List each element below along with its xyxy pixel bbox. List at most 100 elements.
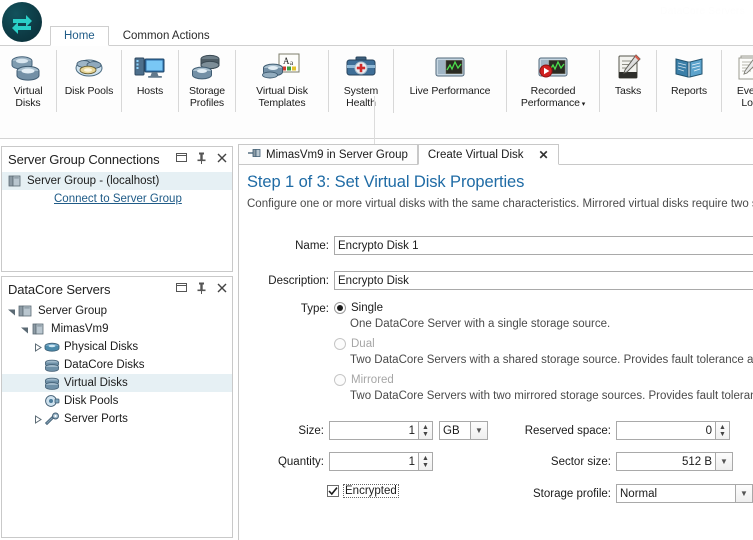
radio-mirrored[interactable]	[334, 374, 346, 386]
quantity-label: Quantity:	[277, 455, 324, 468]
server-icon	[30, 322, 47, 337]
ribbon-button-disk-pools[interactable]: Disk Pools	[57, 46, 121, 118]
restore-icon[interactable]	[175, 281, 188, 294]
field-row-reserved-space: Reserved space: 0 ▲ ▼	[489, 421, 730, 440]
expander-down-icon[interactable]	[19, 324, 30, 335]
ribbon-label: Recorded Performance ▾	[520, 85, 586, 109]
tree-item-server-group[interactable]: Server Group	[2, 302, 232, 320]
tree-item-label: Server Group	[38, 305, 108, 317]
doc-tab-create-virtual-disk[interactable]: Create Virtual Disk ✕	[417, 144, 559, 165]
ribbon-button-storage-profiles[interactable]: Storage Profiles	[179, 46, 235, 118]
radio-desc-mirrored: Two DataCore Servers with two mirrored s…	[350, 390, 753, 402]
radio-row-single[interactable]: Single	[334, 302, 383, 314]
sector-size-value[interactable]: 512 B	[616, 452, 716, 471]
quantity-input[interactable]: 1	[329, 452, 419, 471]
size-unit-dropdown-button[interactable]: ▼	[471, 421, 488, 440]
ribbon-label: Disk Pools	[64, 85, 114, 97]
ribbon-button-hosts[interactable]: Hosts	[122, 46, 178, 118]
radio-dual[interactable]	[334, 338, 346, 350]
ribbon-button-virtual-disks[interactable]: Virtual Disks	[0, 46, 56, 118]
stepper-up-icon: ▲	[422, 454, 429, 462]
event-log-icon	[733, 50, 753, 84]
ribbon-tab-home[interactable]: Home	[50, 26, 109, 46]
chevron-down-icon: ▼	[740, 489, 748, 498]
radio-single-label: Single	[351, 302, 383, 314]
server-group-icon	[6, 174, 23, 189]
storage-profile-value[interactable]: Normal	[616, 484, 736, 503]
ribbon-button-recorded-performance[interactable]: Recorded Performance ▾	[507, 46, 599, 118]
tree-item-disk-pools[interactable]: Disk Pools	[2, 392, 232, 410]
name-input[interactable]: Encrypto Disk 1	[334, 236, 753, 255]
virtual-disk-templates-icon: A a	[262, 50, 302, 84]
reserved-space-label: Reserved space:	[524, 424, 611, 437]
ribbon-button-tasks[interactable]: Tasks	[600, 46, 656, 118]
tree-item-physical-disks[interactable]: Physical Disks	[2, 338, 232, 356]
stepper-up-icon: ▲	[719, 423, 726, 431]
ribbon-button-live-performance[interactable]: Live Performance	[394, 46, 506, 118]
chevron-down-icon: ▾	[579, 100, 586, 108]
connect-to-server-group-link[interactable]: Connect to Server Group	[54, 193, 182, 205]
ribbon-label: Hosts	[136, 85, 164, 97]
ribbon-button-system-health[interactable]: System Health	[329, 46, 393, 118]
server-pin-icon	[248, 145, 261, 165]
virtual-disk-form: Name: Encrypto Disk 1 Description: Encry…	[239, 223, 753, 540]
radio-single[interactable]	[334, 302, 346, 314]
page-title: Step 1 of 3: Set Virtual Disk Properties	[247, 173, 525, 191]
close-icon[interactable]	[215, 151, 228, 164]
tree-item-datacore-disks[interactable]: DataCore Disks	[2, 356, 232, 374]
panel-server-group-connections: Server Group Connections Server Group - …	[1, 146, 233, 272]
restore-icon[interactable]	[175, 151, 188, 164]
ribbon-button-reports[interactable]: Reports	[657, 46, 721, 118]
radio-mirrored-label: Mirrored	[351, 374, 394, 386]
radio-row-dual[interactable]: Dual	[334, 338, 375, 350]
radio-mirrored-desc: Two DataCore Servers with two mirrored s…	[350, 390, 753, 402]
ribbon-tab-common-actions[interactable]: Common Actions	[109, 26, 224, 46]
description-label: Description:	[268, 274, 329, 287]
tree-item-mimasvm9[interactable]: MimasVm9	[2, 320, 232, 338]
document-pane: MimasVm9 in Server Group Create Virtual …	[238, 143, 753, 540]
ribbon-label: EventLog	[736, 85, 753, 109]
expander-down-icon[interactable]	[6, 306, 17, 317]
sector-size-dropdown-button[interactable]: ▼	[716, 452, 733, 471]
reserved-space-stepper[interactable]: ▲ ▼	[716, 421, 730, 440]
chevron-down-icon: ▼	[720, 457, 728, 466]
doc-tab-mimasvm9-in-server-group[interactable]: MimasVm9 in Server Group	[238, 144, 418, 165]
virtual-disks-tree-icon	[43, 376, 60, 391]
size-stepper[interactable]: ▲ ▼	[419, 421, 433, 440]
radio-row-mirrored[interactable]: Mirrored	[334, 374, 394, 386]
storage-profile-dropdown-button[interactable]: ▼	[736, 484, 753, 503]
field-row-encrypted[interactable]: Encrypted	[327, 484, 399, 498]
type-label: Type:	[300, 303, 329, 315]
size-input[interactable]: 1	[329, 421, 419, 440]
chevron-down-icon: ▼	[475, 426, 483, 435]
size-unit-value[interactable]: GB	[439, 421, 471, 440]
stepper-up-icon: ▲	[422, 423, 429, 431]
close-tab-icon[interactable]: ✕	[539, 145, 549, 165]
ribbon-label: Storage Profiles	[188, 85, 226, 109]
close-icon[interactable]	[215, 281, 228, 294]
tree-item-virtual-disks[interactable]: Virtual Disks	[2, 374, 232, 392]
pin-icon[interactable]	[195, 151, 208, 164]
connect-link-row: Connect to Server Group	[2, 190, 232, 207]
field-row-size: Size: 1 ▲ ▼ GB ▼	[239, 421, 488, 440]
size-label: Size:	[298, 424, 324, 437]
description-input[interactable]: Encrypto Disk	[334, 271, 753, 290]
ribbon-label: Reports	[670, 85, 708, 97]
reserved-space-input[interactable]: 0	[616, 421, 716, 440]
tree-item-server-ports[interactable]: Server Ports	[2, 410, 232, 428]
pin-icon[interactable]	[195, 281, 208, 294]
ribbon-button-event-log[interactable]: EventLog	[722, 46, 753, 118]
physical-disks-icon	[43, 340, 60, 355]
connection-node-server-group[interactable]: Server Group - (localhost)	[2, 172, 232, 190]
encrypted-label: Encrypted	[343, 484, 399, 498]
ribbon-label: Virtual Disk Templates	[256, 85, 308, 109]
ribbon-button-virtual-disk-templates[interactable]: A a Virtual Disk Templates	[236, 46, 328, 118]
encrypted-checkbox[interactable]	[327, 485, 339, 497]
expander-right-icon[interactable]	[32, 342, 43, 353]
tree-item-label: Disk Pools	[64, 395, 119, 407]
name-label: Name:	[295, 239, 329, 252]
expander-right-icon[interactable]	[32, 414, 43, 425]
quantity-stepper[interactable]: ▲ ▼	[419, 452, 433, 471]
hosts-icon	[133, 50, 167, 84]
server-ports-icon	[43, 412, 60, 427]
